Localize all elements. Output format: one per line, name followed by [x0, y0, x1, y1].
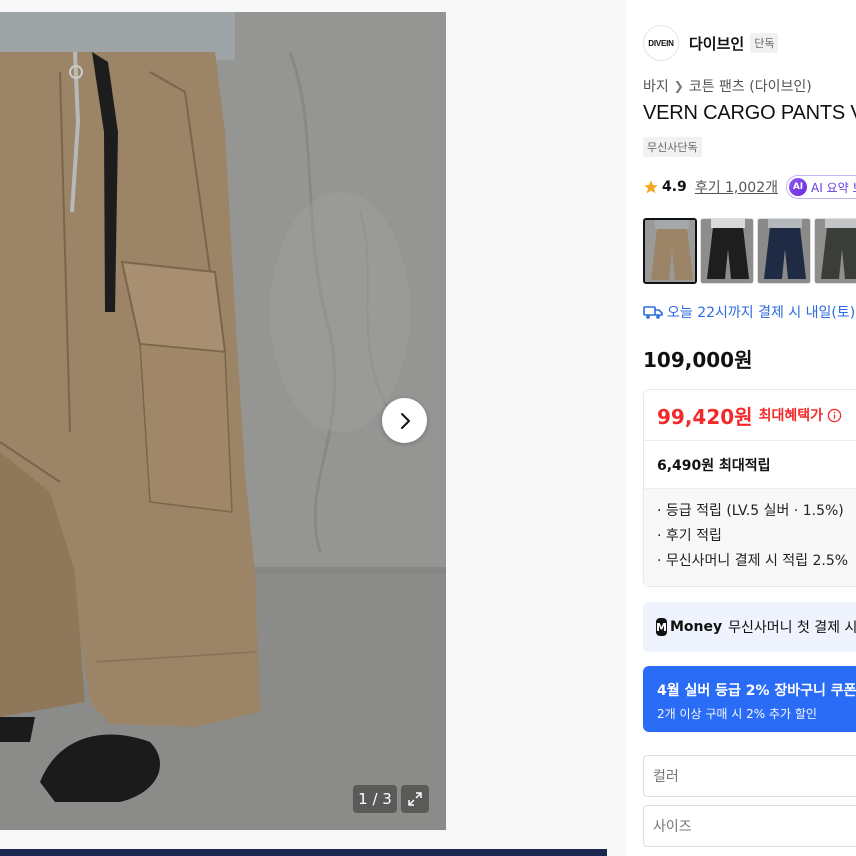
exclusive-badge: 단독	[750, 33, 779, 53]
truck-icon	[643, 306, 663, 319]
points-item: · 후기 적립	[657, 528, 722, 544]
thumbnail-beige[interactable]	[643, 218, 697, 284]
coupon-title: 4월 실버 등급 2% 장바구니 쿠폰	[657, 683, 856, 699]
ai-summary-label: AI 요약 보기	[810, 180, 856, 195]
delivery-text: 오늘 22시까지 결제 시 내일(토) 도착 보장	[667, 305, 856, 321]
product-title: VERN CARGO PANTS VER.2 BEIGE	[643, 102, 856, 124]
color-select-placeholder: 컬러	[653, 769, 679, 785]
color-select[interactable]: 컬러	[643, 755, 856, 797]
thumbnail-list	[643, 218, 856, 284]
size-select-placeholder: 사이즈	[653, 819, 692, 835]
expand-button[interactable]	[401, 785, 429, 813]
breadcrumb-item[interactable]: 코튼 팬츠 (다이브인)	[689, 76, 812, 96]
thumbnail-navy[interactable]	[757, 218, 811, 284]
brand-logo[interactable]: DIVEIN	[643, 25, 679, 61]
rating-score: 4.9	[662, 179, 687, 195]
chevron-right-icon: ❯	[673, 79, 684, 93]
breadcrumb-item[interactable]: 바지	[643, 76, 669, 96]
product-main-image	[0, 12, 446, 830]
musinsa-exclusive-tag: 무신사단독	[643, 137, 702, 157]
musinsa-money-banner[interactable]: M Money 무신사머니 첫 결제 시 할인	[643, 602, 856, 652]
ai-icon: AI	[788, 178, 807, 196]
max-benefit-price: 99,420원	[657, 404, 753, 429]
money-promo-text: 무신사머니 첫 결제 시 할인	[728, 620, 856, 636]
review-count-link[interactable]: 후기 1,002개	[695, 177, 778, 197]
product-gallery: 1 / 3	[0, 0, 626, 856]
size-select[interactable]: 사이즈	[643, 805, 856, 847]
chevron-right-icon	[400, 412, 410, 429]
next-image-button[interactable]	[382, 398, 427, 443]
brand-row[interactable]: DIVEIN 다이브인 단독	[643, 25, 779, 61]
points-item: · 무신사머니 결제 시 적립 2.5%	[657, 553, 849, 569]
expand-icon	[408, 792, 422, 806]
max-benefit-row[interactable]: 99,420원 최대혜택가	[644, 390, 856, 440]
thumbnail-black[interactable]	[700, 218, 754, 284]
money-logo-icon: M	[656, 618, 667, 636]
original-price: 109,000원	[643, 348, 753, 372]
info-icon[interactable]	[827, 408, 842, 423]
max-benefit-label: 최대혜택가	[758, 408, 823, 424]
breadcrumb: 바지 ❯ 코튼 팬츠 (다이브인)	[643, 76, 812, 96]
points-breakdown-list: · 등급 적립 (LV.5 실버 · 1.5%) · 후기 적립 · 무신사머니…	[644, 488, 856, 586]
bottom-banner-strip	[0, 849, 607, 856]
points-item: · 등급 적립 (LV.5 실버 · 1.5%)	[657, 503, 844, 519]
star-icon	[644, 180, 658, 194]
coupon-subtitle: 2개 이상 구매 시 2% 추가 할인	[657, 707, 817, 721]
max-points: 6,490원 최대적립	[644, 440, 856, 488]
ai-summary-button[interactable]: AI AI 요약 보기	[785, 175, 856, 199]
product-info-panel: DIVEIN 다이브인 단독 바지 ❯ 코튼 팬츠 (다이브인) VERN CA…	[626, 12, 856, 856]
coupon-banner[interactable]: 4월 실버 등급 2% 장바구니 쿠폰 2개 이상 구매 시 2% 추가 할인	[643, 666, 856, 732]
rating-row: 4.9 후기 1,002개 AI AI 요약 보기	[643, 175, 856, 199]
thumbnail-charcoal[interactable]	[814, 218, 856, 284]
money-logo-text: Money	[669, 619, 723, 635]
delivery-notice[interactable]: 오늘 22시까지 결제 시 내일(토) 도착 보장	[643, 302, 856, 322]
brand-name[interactable]: 다이브인	[689, 33, 744, 54]
benefit-box: 99,420원 최대혜택가 6,490원 최대적립 · 등급 적립 (LV.5 …	[643, 389, 856, 587]
image-counter: 1 / 3	[353, 785, 397, 813]
